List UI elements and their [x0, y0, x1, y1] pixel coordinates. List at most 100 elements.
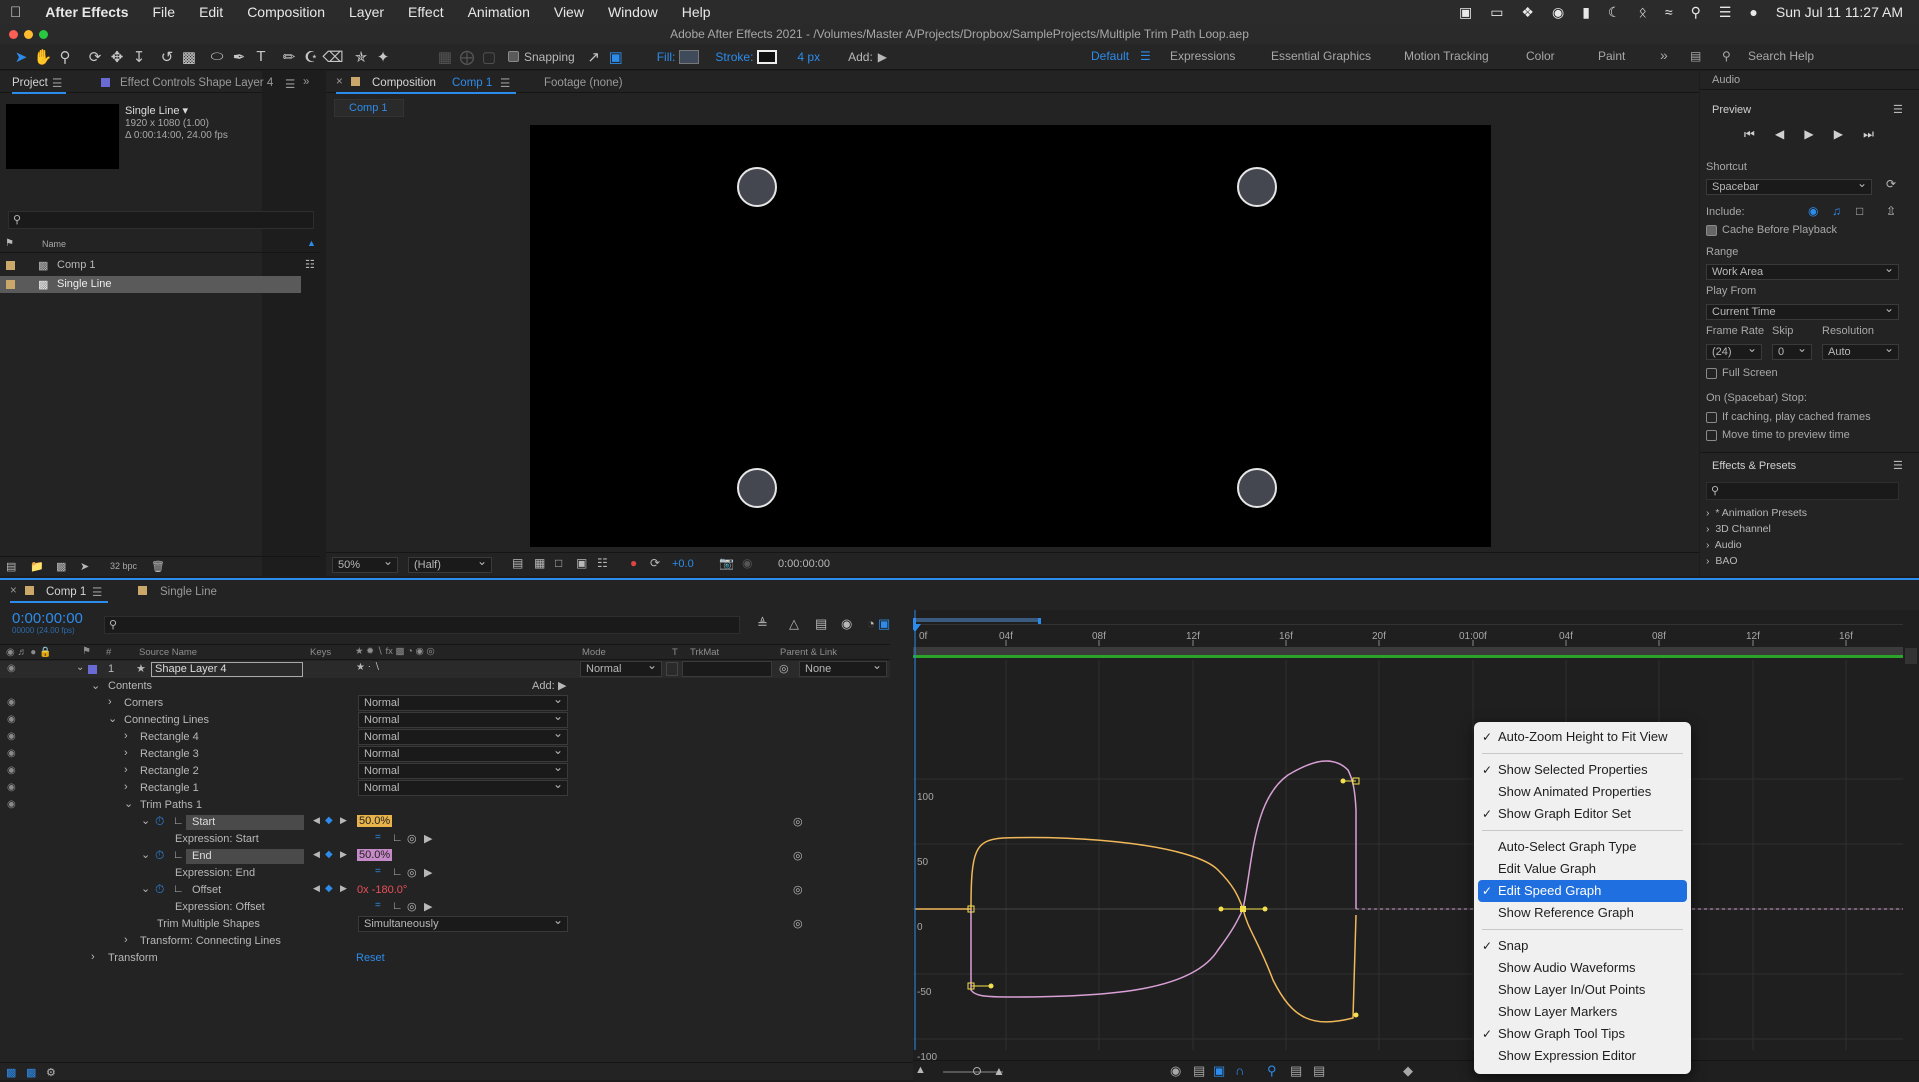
- graph-scrollbar-top[interactable]: [1905, 648, 1917, 664]
- rectangle2-row[interactable]: ◉ › Rectangle 2 Normal: [0, 760, 890, 780]
- visibility-eye-icon[interactable]: ◉: [7, 748, 16, 759]
- bezier-handle-end[interactable]: [1262, 906, 1268, 912]
- collapse-arrow-icon[interactable]: ⌄: [124, 797, 133, 810]
- next-keyframe-icon[interactable]: ▶: [340, 883, 347, 894]
- timeline-search-input[interactable]: ⚲: [104, 616, 740, 634]
- next-keyframe-icon[interactable]: ▶: [340, 849, 347, 860]
- selected-item-name[interactable]: Single Line ▾: [125, 104, 188, 117]
- rotate-tool-icon[interactable]: ↺: [156, 48, 178, 66]
- view-axis-icon[interactable]: ▢: [478, 48, 500, 66]
- region-of-interest-icon[interactable]: ▣: [576, 556, 587, 570]
- play-icon[interactable]: ▶: [1804, 127, 1813, 143]
- stroke-width[interactable]: 4 px: [797, 50, 820, 64]
- battery-icon[interactable]: ▮: [1582, 4, 1590, 21]
- visibility-eye-icon[interactable]: ◉: [7, 799, 16, 810]
- zoom-window-button[interactable]: [39, 30, 48, 39]
- effects-item[interactable]: › BAO: [1706, 555, 1906, 571]
- layer-switches[interactable]: ★ ⋅ ∖: [356, 662, 380, 673]
- menu-item-auto-zoom[interactable]: ✓ Auto-Zoom Height to Fit View: [1474, 726, 1691, 748]
- visibility-eye-icon[interactable]: ◉: [7, 765, 16, 776]
- graph-icon[interactable]: ∟: [173, 883, 184, 895]
- resolution-dropdown[interactable]: (Half): [408, 554, 492, 573]
- graph-editor[interactable]: 0f 04f 08f 12f 16f 20f 01:00f 04f 08f 12…: [913, 610, 1919, 1082]
- bezier-handle-end[interactable]: [988, 983, 994, 989]
- expand-arrow-icon[interactable]: ›: [91, 951, 95, 963]
- graph-svg[interactable]: [913, 610, 1919, 1082]
- start-property-row[interactable]: ⌄ ⏱ ∟ Start ◀ ◆ ▶ 50.0% ◎: [0, 814, 890, 831]
- workspace-paint[interactable]: Paint: [1598, 49, 1625, 63]
- menu-item-show-expression-editor[interactable]: Show Expression Editor: [1474, 1045, 1691, 1067]
- expand-arrow-icon[interactable]: ›: [124, 781, 128, 793]
- col-t[interactable]: T: [672, 647, 678, 658]
- expression-language-icon[interactable]: ▶: [424, 832, 432, 845]
- circle-top-left[interactable]: [737, 167, 777, 207]
- av-features-icon[interactable]: ◉ ♬ ● 🔒: [6, 647, 52, 658]
- layer-row[interactable]: ◉ ⌄ 1 ★ Shape Layer 4 ★ ⋅ ∖ Normal ◎ Non…: [0, 658, 890, 678]
- menu-item-auto-select-graph[interactable]: Auto-Select Graph Type: [1474, 836, 1691, 858]
- siri-icon[interactable]: ●: [1749, 4, 1757, 20]
- trim-paths-row[interactable]: ◉ ⌄ Trim Paths 1: [0, 797, 890, 814]
- workspace-default[interactable]: Default: [1091, 49, 1129, 63]
- comp-flowchart-icon[interactable]: ≜: [757, 616, 768, 632]
- prev-keyframe-icon[interactable]: ◀: [313, 849, 320, 860]
- workspace-expressions[interactable]: Expressions: [1170, 49, 1235, 63]
- next-keyframe-icon[interactable]: ▶: [340, 815, 347, 826]
- fast-previews-icon[interactable]: ▤: [512, 556, 523, 570]
- collapse-arrow-icon[interactable]: ⌄: [76, 662, 84, 673]
- clock[interactable]: Sun Jul 11 11:27 AM: [1776, 4, 1903, 20]
- new-comp-icon[interactable]: ▩: [56, 560, 66, 573]
- circle-bottom-right[interactable]: [1237, 468, 1277, 508]
- blend-mode-dropdown[interactable]: Normal: [358, 777, 568, 796]
- pickwhip-icon[interactable]: ◎: [793, 883, 803, 896]
- menu-layer[interactable]: Layer: [349, 4, 384, 20]
- snapshot-icon[interactable]: 📷: [719, 556, 734, 570]
- tab-footage[interactable]: Footage (none): [544, 77, 623, 89]
- include-audio-icon[interactable]: ♫: [1832, 204, 1841, 218]
- app-menu[interactable]: After Effects: [45, 4, 128, 20]
- menu-item-show-tool-tips[interactable]: ✓ Show Graph Tool Tips: [1474, 1023, 1691, 1045]
- transform-connecting-row[interactable]: › Transform: Connecting Lines: [0, 933, 890, 950]
- expression-pickwhip-icon[interactable]: ◎: [407, 866, 417, 879]
- shortcut-dropdown[interactable]: Spacebar: [1706, 176, 1872, 195]
- start-value[interactable]: 50.0%: [357, 815, 393, 827]
- contents-row[interactable]: ⌄ Contents Add: ▶: [0, 678, 890, 695]
- current-time[interactable]: 0:00:00:00: [12, 610, 83, 627]
- tab-composition[interactable]: Composition: [372, 77, 436, 89]
- move-time-checkbox[interactable]: [1706, 429, 1717, 441]
- comp-menu-icon[interactable]: ☰: [500, 76, 510, 90]
- transform-box-icon[interactable]: ▣: [1213, 1063, 1225, 1079]
- workspace-menu-icon[interactable]: ☰: [1140, 49, 1151, 63]
- expression-enable-icon[interactable]: =: [375, 866, 381, 877]
- pan-behind-tool-icon[interactable]: ▩: [178, 48, 200, 66]
- offset-property-row[interactable]: ⌄ ⏱ ∟ Offset ◀ ◆ ▶ 0x -180.0° ◎: [0, 882, 890, 899]
- visibility-eye-icon[interactable]: ◉: [7, 731, 16, 742]
- stopwatch-icon[interactable]: ⏱: [155, 848, 164, 863]
- previous-frame-icon[interactable]: ◀: [1775, 127, 1784, 143]
- menu-file[interactable]: File: [153, 4, 176, 20]
- if-caching-checkbox[interactable]: [1706, 411, 1717, 423]
- frame-blending-icon[interactable]: ◉: [841, 616, 852, 632]
- stroke-label[interactable]: Stroke:: [715, 50, 753, 64]
- workspace-essential-graphics[interactable]: Essential Graphics: [1271, 49, 1371, 63]
- blend-mode-dropdown[interactable]: Normal: [358, 726, 568, 745]
- menu-item-show-in-out-points[interactable]: Show Layer In/Out Points: [1474, 979, 1691, 1001]
- project-item-comp1[interactable]: ▩ Comp 1 ☷: [0, 257, 320, 274]
- workspace-motion-tracking[interactable]: Motion Tracking: [1404, 49, 1489, 63]
- menu-item-show-animated[interactable]: Show Animated Properties: [1474, 781, 1691, 803]
- creative-cloud-icon[interactable]: ◉: [1552, 4, 1564, 21]
- moon-icon[interactable]: ☾: [1608, 4, 1621, 21]
- more-workspaces-icon[interactable]: »: [1660, 47, 1668, 63]
- bluetooth-icon[interactable]: ᛟ: [1638, 4, 1646, 20]
- grid-guides-icon[interactable]: ☷: [597, 556, 608, 570]
- fill-swatch[interactable]: [679, 49, 700, 64]
- blend-mode-dropdown[interactable]: Normal: [358, 709, 568, 728]
- apple-icon[interactable]: : [10, 4, 21, 21]
- pen-tool-icon[interactable]: ✒: [228, 48, 250, 66]
- orbit-tool-icon[interactable]: ⟳: [84, 48, 106, 66]
- range-dropdown[interactable]: Work Area: [1706, 261, 1899, 280]
- pickwhip-icon[interactable]: ◎: [793, 917, 803, 930]
- circle-top-right[interactable]: [1237, 167, 1277, 207]
- col-keys[interactable]: Keys: [310, 647, 331, 658]
- mask-visibility-icon[interactable]: □: [555, 556, 562, 570]
- stopwatch-icon[interactable]: ⏱: [155, 882, 164, 897]
